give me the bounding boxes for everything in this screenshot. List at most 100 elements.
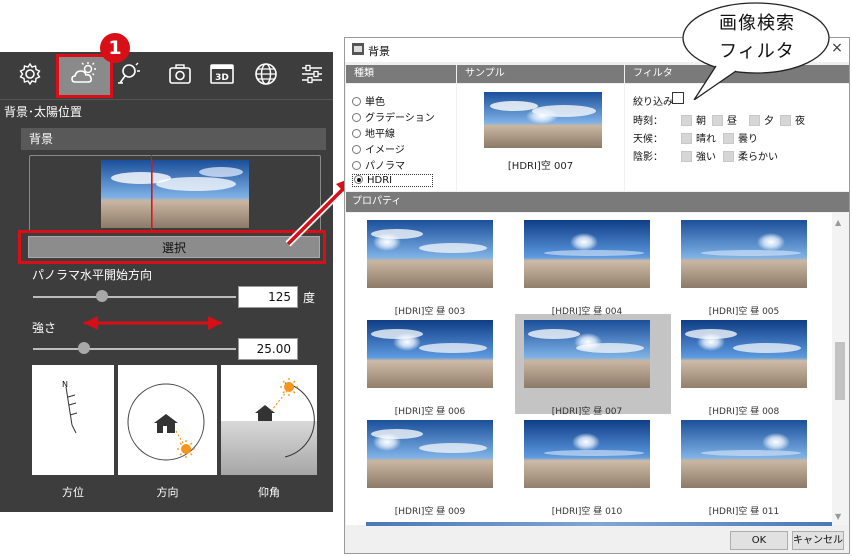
background-header: 背景 [21,128,326,150]
weather-option-cloudy[interactable]: 曇り [723,130,758,145]
panorama-unit: 度 [303,291,316,305]
hdri-thumbnail-caption: [HDRI]空 昼 003 [394,307,466,317]
hdri-thumbnail-caption: [HDRI]空 昼 004 [551,307,623,317]
strength-slider-track [33,348,236,350]
hdri-thumbnail-caption: [HDRI]空 昼 007 [551,407,623,417]
kind-option[interactable]: 地平線 [352,125,395,140]
hdri-thumbnail[interactable] [681,420,807,488]
hdri-thumbnail[interactable] [524,420,650,488]
sample-column-header: サンプル [457,65,624,83]
time-option-night[interactable]: 夜 [780,112,805,127]
elevation-card[interactable] [221,365,317,475]
scroll-up-icon[interactable]: ▲ [835,218,841,227]
globe-icon[interactable] [252,60,280,88]
radio-icon [352,97,361,106]
kind-option[interactable]: 単色 [352,93,385,108]
narrow-label: 絞り込み [633,97,673,108]
hdri-thumbnail-caption: [HDRI]空 昼 005 [708,307,780,317]
radio-selected-icon [354,175,363,184]
hdri-thumbnail[interactable] [367,320,493,388]
radio-icon [352,161,361,170]
kind-option-label: HDRI [367,175,393,186]
hdri-thumbnail[interactable] [367,420,493,488]
callout-line-2: フィルタ [719,41,795,62]
time-option-morning[interactable]: 朝 [681,112,706,127]
panorama-value-input[interactable]: 125 [238,286,298,308]
strength-label: 強さ [32,321,57,335]
3d-view-icon[interactable]: 3D [208,60,236,88]
shadow-option-strong[interactable]: 強い [681,148,716,163]
dialog-title: 背景 [368,45,390,58]
properties-header: プロパティ [346,192,849,212]
time-label: 時刻： [633,116,663,127]
weather-option-sunny[interactable]: 晴れ [681,130,716,145]
light-bulb-icon[interactable] [114,60,142,88]
select-button[interactable]: 選択 [28,236,320,258]
weather-label: 天候： [633,134,663,145]
cancel-button[interactable]: キャンセル [792,531,844,550]
hdri-thumbnail[interactable] [524,220,650,288]
sample-caption: [HDRI]空 007 [507,161,574,172]
hdri-thumbnail-caption: [HDRI]空 昼 010 [551,507,623,517]
sun-cloud-icon [71,62,96,83]
hdri-thumbnail[interactable] [681,320,807,388]
checkbox-icon [681,133,692,144]
svg-text:N: N [62,380,68,389]
hdri-thumbnail[interactable] [524,320,650,388]
compass-icon: N [62,380,78,434]
app-icon [352,43,364,55]
hdri-thumbnail-caption: [HDRI]空 昼 008 [708,407,780,417]
checkbox-icon [681,115,692,126]
strength-slider-handle[interactable] [77,342,90,354]
hdri-thumbnail[interactable] [367,220,493,288]
radio-icon [352,129,361,138]
callout-line-1: 画像検索 [719,13,795,34]
scrollbar-thumb[interactable] [835,342,845,400]
shadow-option-soft[interactable]: 柔らかい [723,148,778,163]
kind-option[interactable]: パノラマ [352,157,405,172]
step-badge: 1 [100,33,130,63]
house-elevation-icon [221,378,317,475]
panorama-slider-handle[interactable] [96,290,109,302]
checkbox-icon [780,115,791,126]
section-title: 背景･太陽位置 [0,99,333,123]
gear-icon[interactable] [16,60,44,88]
direction-marker-line [151,155,152,233]
radio-icon [352,113,361,122]
callout-text: 画像検索 フィルタ [692,10,822,66]
camera-icon[interactable] [166,60,194,88]
kind-option[interactable]: イメージ [352,141,405,156]
hdri-thumbnail-caption: [HDRI]空 昼 011 [708,507,780,517]
sample-preview-image [484,92,602,148]
direction-label: 方向 [156,486,179,499]
kind-column-header: 種類 [346,65,456,83]
kind-option-label: 地平線 [365,129,395,140]
kind-option-label: パノラマ [365,161,405,172]
hdri-thumbnail-caption: [HDRI]空 昼 009 [394,507,466,517]
radio-icon [352,145,361,154]
strength-value-input[interactable]: 25.00 [238,338,298,360]
background-preview-image [101,160,249,228]
elevation-label: 仰角 [258,486,280,499]
scroll-down-icon[interactable]: ▼ [835,512,841,521]
ok-button[interactable]: OK [730,531,788,550]
time-option-noon[interactable]: 昼 [712,112,737,127]
checkbox-icon [681,151,692,162]
kind-option-label: 単色 [365,97,385,108]
panorama-label: パノラマ水平開始方向 [32,268,153,282]
checkbox-icon [723,151,734,162]
kind-option[interactable]: グラデーション [352,109,435,124]
azimuth-label: 方位 [62,486,84,499]
kind-option-selected[interactable]: HDRI [352,174,434,187]
hdri-thumbnail[interactable] [681,220,807,288]
direction-card[interactable] [118,365,217,475]
hdri-thumbnail-caption: [HDRI]空 昼 006 [394,407,466,417]
azimuth-card[interactable]: N [32,365,114,475]
panorama-slider-track [33,296,236,298]
time-option-evening[interactable]: 夕 [749,112,774,127]
kind-option-label: グラデーション [365,113,435,124]
sliders-icon[interactable] [298,60,326,88]
shadow-label: 陰影： [633,152,663,163]
double-arrow-annotation [84,316,222,330]
kind-option-label: イメージ [365,145,405,156]
